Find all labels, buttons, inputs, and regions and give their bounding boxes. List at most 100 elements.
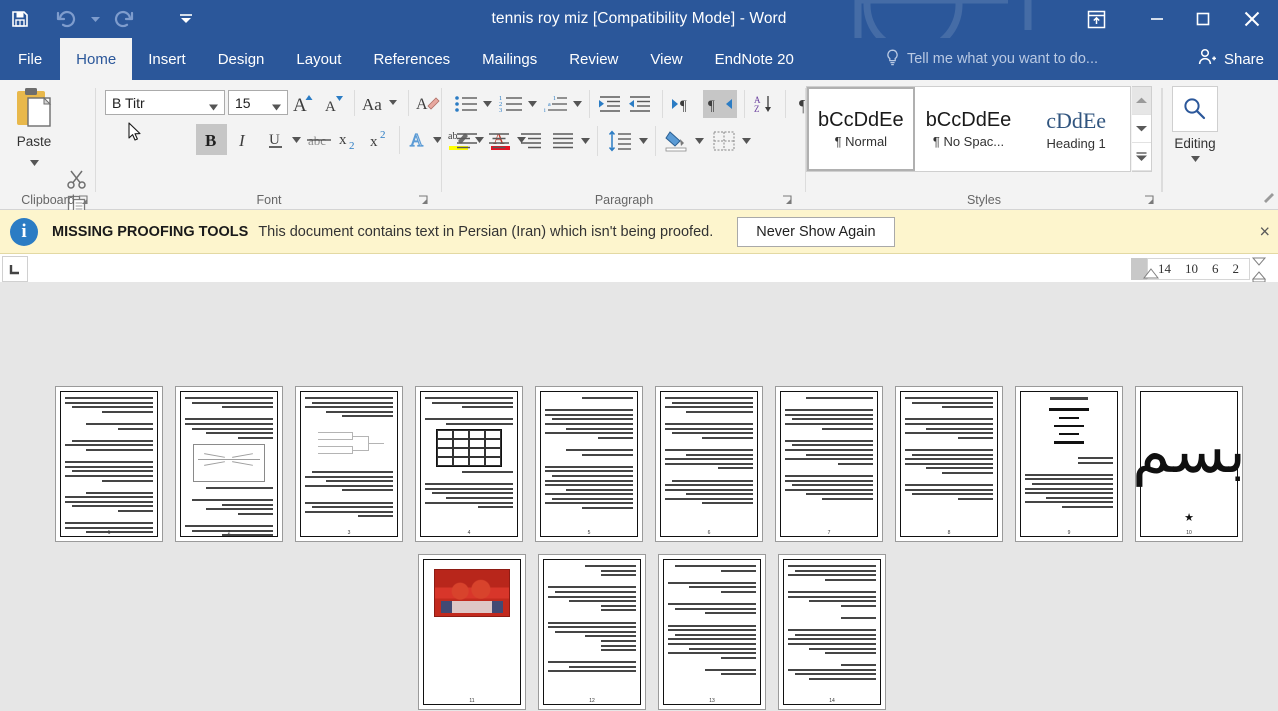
undo-button[interactable] bbox=[46, 0, 86, 38]
strikethrough-button[interactable]: abc bbox=[303, 124, 334, 155]
numbering-button[interactable]: 123 bbox=[496, 90, 526, 118]
svg-text:3: 3 bbox=[499, 107, 502, 114]
alignment-caret-icon[interactable] bbox=[578, 126, 592, 156]
grow-font-button[interactable]: A bbox=[290, 90, 318, 116]
shrink-font-button[interactable]: A bbox=[320, 90, 348, 116]
tab-view[interactable]: View bbox=[634, 38, 698, 80]
font-dialog-launcher[interactable] bbox=[418, 194, 430, 206]
styles-scroll-up-button[interactable] bbox=[1132, 87, 1151, 115]
document-page[interactable]: 12 bbox=[538, 554, 646, 710]
redo-button[interactable] bbox=[104, 0, 144, 38]
bullets-button[interactable] bbox=[451, 90, 481, 118]
styles-scroll-down-button[interactable] bbox=[1132, 115, 1151, 143]
underline-dropdown-caret-icon[interactable] bbox=[289, 124, 304, 155]
font-size-combo[interactable]: 15 bbox=[228, 90, 288, 115]
superscript-button[interactable]: x2 bbox=[365, 124, 396, 155]
styles-gallery-scrollbar[interactable] bbox=[1132, 86, 1152, 172]
styles-more-button[interactable] bbox=[1132, 143, 1151, 171]
italic-button[interactable]: I bbox=[228, 124, 259, 155]
document-page[interactable]: بسم ★ 10 bbox=[1135, 386, 1243, 542]
hruler-track[interactable]: 14 10 6 2 bbox=[1147, 258, 1250, 280]
style-heading-1[interactable]: cDdEe Heading 1 bbox=[1022, 87, 1130, 171]
font-name-caret-icon[interactable] bbox=[209, 97, 220, 110]
tab-endnote-20[interactable]: EndNote 20 bbox=[699, 38, 810, 80]
style-normal[interactable]: bCcDdEe ¶ Normal bbox=[807, 87, 915, 171]
sort-button[interactable]: AZ bbox=[750, 90, 780, 118]
multilevel-list-caret-icon[interactable] bbox=[570, 90, 584, 118]
maximize-restore-button[interactable] bbox=[1180, 0, 1226, 38]
tell-me-search[interactable]: Tell me what you want to do... bbox=[885, 38, 1098, 80]
rtl-text-direction-button[interactable]: ¶ bbox=[703, 90, 737, 118]
document-page[interactable]: 7 bbox=[775, 386, 883, 542]
shading-button[interactable] bbox=[661, 126, 693, 156]
tab-design[interactable]: Design bbox=[202, 38, 281, 80]
document-canvas[interactable]: 1 2 3 4 5 6 7 8 9 بسم ★ 10 11 12 13 14 bbox=[0, 282, 1278, 711]
hruler-tick-6: 6 bbox=[1212, 261, 1219, 276]
styles-dialog-launcher[interactable] bbox=[1144, 194, 1156, 206]
document-page[interactable]: 13 bbox=[658, 554, 766, 710]
document-page[interactable]: 1 bbox=[55, 386, 163, 542]
multilevel-list-button[interactable]: 1ai bbox=[541, 90, 571, 118]
share-button[interactable]: Share bbox=[1198, 38, 1264, 80]
close-button[interactable] bbox=[1226, 0, 1278, 38]
document-page[interactable]: 9 bbox=[1015, 386, 1123, 542]
decrease-indent-button[interactable] bbox=[595, 90, 625, 118]
editing-find-button[interactable] bbox=[1172, 86, 1218, 132]
underline-button[interactable]: U bbox=[260, 124, 291, 155]
save-button[interactable] bbox=[0, 0, 40, 38]
font-name-combo[interactable]: B Titr bbox=[105, 90, 225, 115]
paste-button[interactable]: Paste bbox=[6, 86, 62, 196]
message-bar-close-icon[interactable]: × bbox=[1253, 219, 1276, 244]
document-page[interactable]: 4 bbox=[415, 386, 523, 542]
subscript-button[interactable]: x2 bbox=[334, 124, 365, 155]
svg-text:A: A bbox=[293, 95, 307, 114]
tab-references[interactable]: References bbox=[357, 38, 466, 80]
never-show-again-button[interactable]: Never Show Again bbox=[737, 216, 895, 247]
paragraph-dialog-launcher[interactable] bbox=[782, 194, 794, 206]
share-label: Share bbox=[1223, 50, 1264, 68]
text-effects-button[interactable]: A bbox=[404, 124, 432, 155]
align-left-button[interactable] bbox=[451, 126, 483, 156]
paste-dropdown-caret-icon[interactable] bbox=[29, 153, 39, 171]
tab-layout[interactable]: Layout bbox=[280, 38, 357, 80]
minimize-button[interactable] bbox=[1134, 0, 1180, 38]
document-page[interactable]: 6 bbox=[655, 386, 763, 542]
tab-file[interactable]: File bbox=[0, 38, 60, 80]
document-page[interactable]: 8 bbox=[895, 386, 1003, 542]
align-right-button[interactable] bbox=[515, 126, 547, 156]
clear-formatting-button[interactable]: A bbox=[414, 90, 442, 116]
align-center-button[interactable] bbox=[483, 126, 515, 156]
style-no-spacing[interactable]: bCcDdEe ¶ No Spac... bbox=[915, 87, 1023, 171]
change-case-button[interactable]: Aa bbox=[360, 90, 404, 116]
page-number: 7 bbox=[827, 530, 831, 536]
line-spacing-caret-icon[interactable] bbox=[636, 126, 650, 156]
increase-indent-button[interactable] bbox=[625, 90, 655, 118]
tab-insert[interactable]: Insert bbox=[132, 38, 202, 80]
right-indent-markers[interactable] bbox=[1250, 256, 1270, 283]
justify-button[interactable] bbox=[547, 126, 579, 156]
ribbon-display-options-button[interactable] bbox=[1070, 0, 1122, 38]
customize-quick-access-toolbar-button[interactable] bbox=[166, 0, 206, 38]
tab-review[interactable]: Review bbox=[553, 38, 634, 80]
editing-dropdown-caret-icon[interactable] bbox=[1162, 156, 1228, 162]
bold-button[interactable]: B bbox=[196, 124, 227, 155]
tab-stop-selector[interactable] bbox=[2, 256, 28, 282]
borders-button[interactable] bbox=[708, 126, 740, 156]
tab-home[interactable]: Home bbox=[60, 38, 133, 80]
document-page[interactable]: 11 bbox=[418, 554, 526, 710]
undo-dropdown-caret-icon[interactable] bbox=[86, 0, 104, 38]
document-page[interactable]: 2 bbox=[175, 386, 283, 542]
clipboard-dialog-launcher[interactable] bbox=[78, 194, 90, 206]
borders-caret-icon[interactable] bbox=[739, 126, 753, 156]
numbering-caret-icon[interactable] bbox=[525, 90, 539, 118]
tab-mailings[interactable]: Mailings bbox=[466, 38, 553, 80]
collapse-ribbon-icon[interactable] bbox=[1262, 191, 1276, 205]
document-page[interactable]: 5 bbox=[535, 386, 643, 542]
ltr-text-direction-button[interactable]: ¶ bbox=[668, 90, 702, 118]
document-page[interactable]: 3 bbox=[295, 386, 403, 542]
font-size-caret-icon[interactable] bbox=[272, 97, 283, 110]
line-spacing-button[interactable] bbox=[603, 126, 637, 156]
document-page[interactable]: 14 bbox=[778, 554, 886, 710]
shading-caret-icon[interactable] bbox=[692, 126, 706, 156]
bullets-caret-icon[interactable] bbox=[480, 90, 494, 118]
